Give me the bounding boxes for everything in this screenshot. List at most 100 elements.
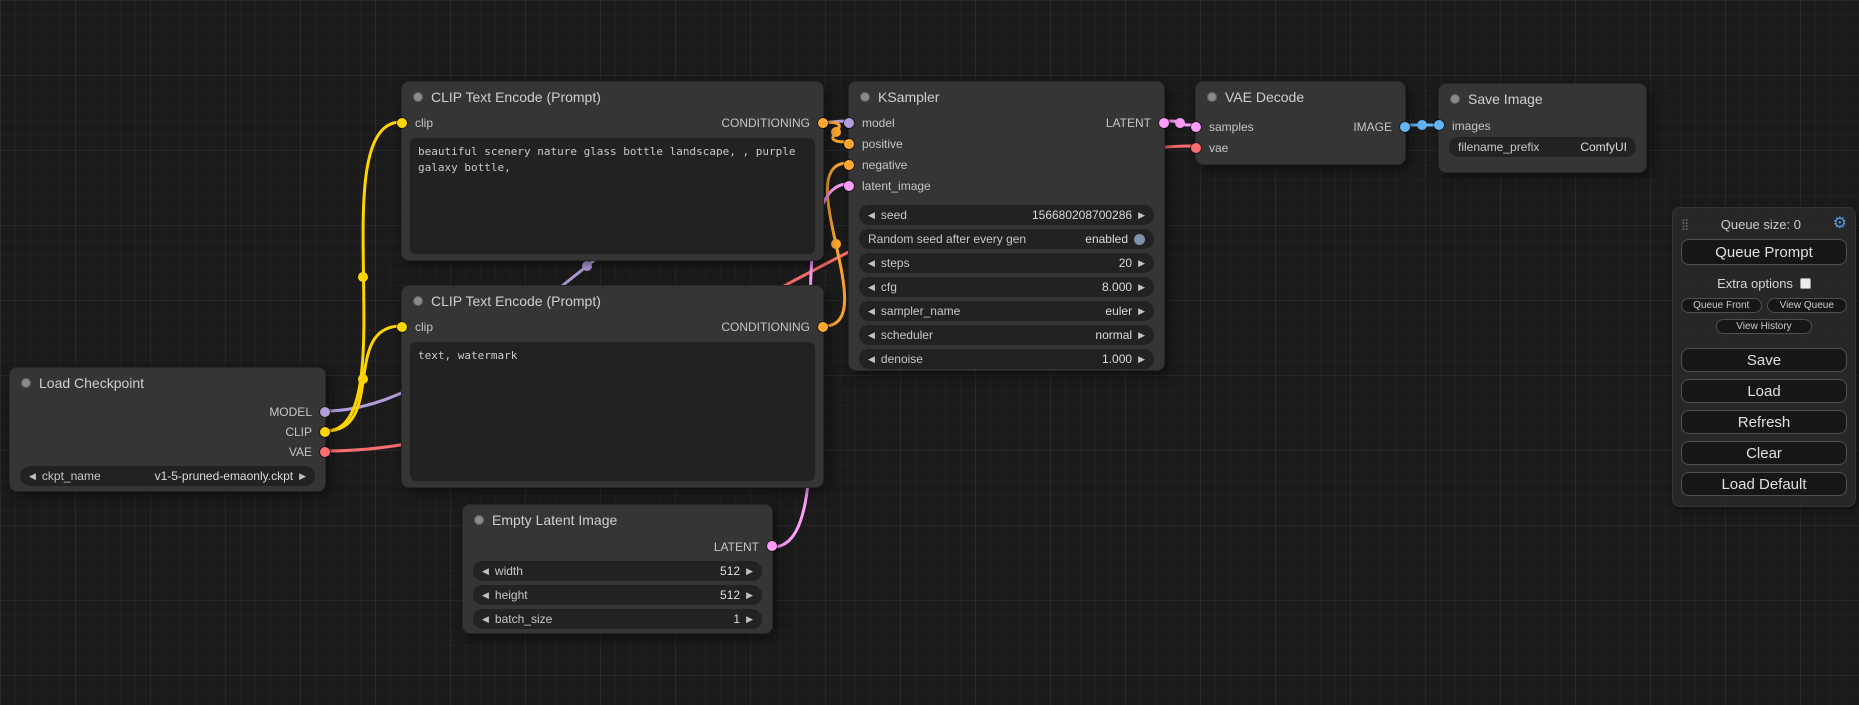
- widget-label: Random seed after every gen: [868, 232, 1026, 246]
- steps-widget[interactable]: ◀ steps 20 ▶: [859, 253, 1154, 273]
- batch-size-widget[interactable]: ◀ batch_size 1 ▶: [473, 609, 762, 629]
- increment-arrow-icon[interactable]: ▶: [1138, 211, 1145, 220]
- increment-arrow-icon[interactable]: ▶: [746, 615, 753, 624]
- input-label-positive: positive: [862, 137, 903, 151]
- clear-button[interactable]: Clear: [1681, 441, 1847, 465]
- collapse-dot-icon[interactable]: [1450, 94, 1460, 104]
- port-positive-input[interactable]: [844, 139, 854, 149]
- queue-menu-panel: ⣿ Queue size: 0 ⚙ Queue Prompt Extra opt…: [1672, 207, 1856, 507]
- decrement-arrow-icon[interactable]: ◀: [29, 472, 36, 481]
- prompt-text-area[interactable]: text, watermark: [410, 342, 815, 481]
- node-save-image[interactable]: Save Image images filename_prefix ComfyU…: [1438, 83, 1647, 173]
- filename-prefix-widget[interactable]: filename_prefix ComfyUI: [1449, 137, 1636, 157]
- node-empty-latent-image[interactable]: Empty Latent Image LATENT ◀ width 512 ▶ …: [462, 504, 773, 634]
- port-model-input[interactable]: [844, 118, 854, 128]
- node-ksampler[interactable]: KSampler model LATENT positive negative …: [848, 81, 1165, 371]
- port-vae-output[interactable]: [320, 447, 330, 457]
- increment-arrow-icon[interactable]: ▶: [1138, 283, 1145, 292]
- decrement-arrow-icon[interactable]: ◀: [868, 307, 875, 316]
- queue-prompt-button[interactable]: Queue Prompt: [1681, 239, 1847, 265]
- port-images-input[interactable]: [1434, 120, 1444, 130]
- height-widget[interactable]: ◀ height 512 ▶: [473, 585, 762, 605]
- widget-value: enabled: [1085, 232, 1128, 246]
- port-samples-input[interactable]: [1191, 122, 1201, 132]
- widget-value: 512: [720, 564, 740, 578]
- port-conditioning-output[interactable]: [818, 118, 828, 128]
- collapse-dot-icon[interactable]: [860, 92, 870, 102]
- increment-arrow-icon[interactable]: ▶: [1138, 307, 1145, 316]
- ckpt-name-widget[interactable]: ◀ ckpt_name v1-5-pruned-emaonly.ckpt ▶: [20, 466, 315, 486]
- increment-arrow-icon[interactable]: ▶: [299, 472, 306, 481]
- scheduler-widget[interactable]: ◀ scheduler normal ▶: [859, 325, 1154, 345]
- increment-arrow-icon[interactable]: ▶: [746, 591, 753, 600]
- output-label-conditioning: CONDITIONING: [721, 116, 810, 130]
- refresh-button[interactable]: Refresh: [1681, 410, 1847, 434]
- save-button[interactable]: Save: [1681, 348, 1847, 372]
- decrement-arrow-icon[interactable]: ◀: [868, 259, 875, 268]
- port-vae-input[interactable]: [1191, 143, 1201, 153]
- input-label-model: model: [862, 116, 895, 130]
- port-clip-output[interactable]: [320, 427, 330, 437]
- seed-control-toggle-icon[interactable]: [1134, 234, 1145, 245]
- port-latent-image-input[interactable]: [844, 181, 854, 191]
- port-clip-input[interactable]: [397, 322, 407, 332]
- view-history-button[interactable]: View History: [1716, 319, 1812, 334]
- link-midpoint-dot: [582, 261, 592, 271]
- port-clip-input[interactable]: [397, 118, 407, 128]
- decrement-arrow-icon[interactable]: ◀: [482, 591, 489, 600]
- widget-value: 20: [1119, 256, 1132, 270]
- denoise-widget[interactable]: ◀ denoise 1.000 ▶: [859, 349, 1154, 369]
- decrement-arrow-icon[interactable]: ◀: [482, 615, 489, 624]
- prompt-text-area[interactable]: beautiful scenery nature glass bottle la…: [410, 138, 815, 254]
- link-midpoint-dot: [831, 127, 841, 137]
- node-title: VAE Decode: [1225, 89, 1304, 105]
- port-latent-output[interactable]: [1159, 118, 1169, 128]
- increment-arrow-icon[interactable]: ▶: [1138, 259, 1145, 268]
- decrement-arrow-icon[interactable]: ◀: [868, 331, 875, 340]
- link-midpoint-dot: [1175, 118, 1185, 128]
- decrement-arrow-icon[interactable]: ◀: [868, 283, 875, 292]
- widget-value: ComfyUI: [1580, 140, 1627, 154]
- sampler-name-widget[interactable]: ◀ sampler_name euler ▶: [859, 301, 1154, 321]
- widget-value: 1.000: [1102, 352, 1132, 366]
- seed-widget[interactable]: ◀ seed 156680208700286 ▶: [859, 205, 1154, 225]
- panel-drag-handle-icon[interactable]: ⣿: [1681, 218, 1689, 231]
- port-model-output[interactable]: [320, 407, 330, 417]
- collapse-dot-icon[interactable]: [413, 296, 423, 306]
- input-label-negative: negative: [862, 158, 907, 172]
- seed-control-widget[interactable]: Random seed after every gen enabled: [859, 229, 1154, 249]
- widget-label: width: [495, 564, 523, 578]
- collapse-dot-icon[interactable]: [1207, 92, 1217, 102]
- decrement-arrow-icon[interactable]: ◀: [868, 355, 875, 364]
- port-conditioning-output[interactable]: [818, 322, 828, 332]
- input-label-images: images: [1452, 119, 1491, 133]
- input-label-clip: clip: [415, 116, 433, 130]
- port-latent-output[interactable]: [767, 541, 777, 551]
- cfg-widget[interactable]: ◀ cfg 8.000 ▶: [859, 277, 1154, 297]
- increment-arrow-icon[interactable]: ▶: [746, 567, 753, 576]
- width-widget[interactable]: ◀ width 512 ▶: [473, 561, 762, 581]
- comfyui-canvas[interactable]: { "ui": { "icons": { "arrow_left": "◀", …: [0, 0, 1859, 705]
- node-clip-text-encode-negative[interactable]: CLIP Text Encode (Prompt) clip CONDITION…: [401, 285, 824, 488]
- node-load-checkpoint[interactable]: Load Checkpoint MODEL CLIP VAE ◀ ckpt_na…: [9, 367, 326, 492]
- input-label-samples: samples: [1209, 120, 1254, 134]
- extra-options-checkbox[interactable]: [1800, 278, 1811, 289]
- increment-arrow-icon[interactable]: ▶: [1138, 355, 1145, 364]
- view-queue-button[interactable]: View Queue: [1767, 298, 1848, 313]
- load-button[interactable]: Load: [1681, 379, 1847, 403]
- increment-arrow-icon[interactable]: ▶: [1138, 331, 1145, 340]
- collapse-dot-icon[interactable]: [21, 378, 31, 388]
- decrement-arrow-icon[interactable]: ◀: [482, 567, 489, 576]
- queue-front-button[interactable]: Queue Front: [1681, 298, 1762, 313]
- collapse-dot-icon[interactable]: [413, 92, 423, 102]
- collapse-dot-icon[interactable]: [474, 515, 484, 525]
- decrement-arrow-icon[interactable]: ◀: [868, 211, 875, 220]
- output-label-latent: LATENT: [1106, 116, 1151, 130]
- load-default-button[interactable]: Load Default: [1681, 472, 1847, 496]
- port-negative-input[interactable]: [844, 160, 854, 170]
- node-clip-text-encode-positive[interactable]: CLIP Text Encode (Prompt) clip CONDITION…: [401, 81, 824, 261]
- port-image-output[interactable]: [1400, 122, 1410, 132]
- settings-gear-icon[interactable]: ⚙: [1833, 216, 1847, 232]
- node-vae-decode[interactable]: VAE Decode samples IMAGE vae: [1195, 81, 1406, 165]
- link-midpoint-dot: [358, 272, 368, 282]
